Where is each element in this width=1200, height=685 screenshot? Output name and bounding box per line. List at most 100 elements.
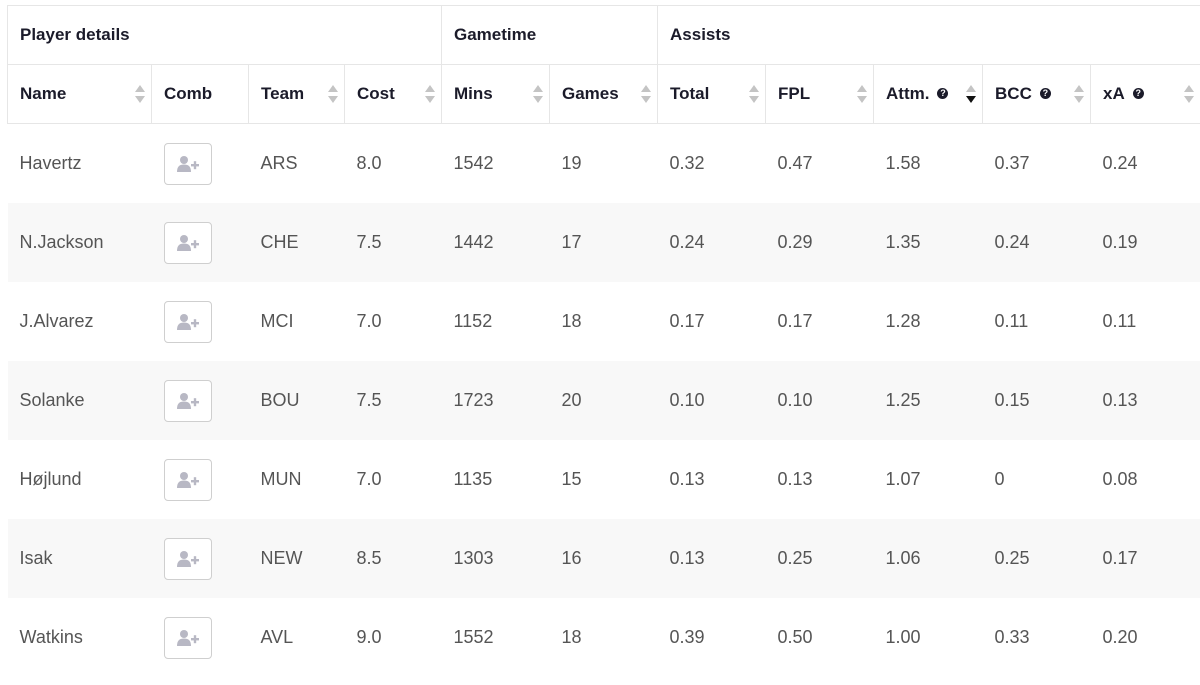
sort-ascending-arrow <box>857 85 868 92</box>
sort-descending-arrow <box>425 96 435 103</box>
cell-attm: 1.58 <box>885 153 921 173</box>
column-header-label: FPL <box>778 84 811 103</box>
help-icon[interactable]: ? <box>1039 88 1051 100</box>
cell-name[interactable]: Watkins <box>8 598 152 677</box>
add-to-comb-button[interactable] <box>163 300 212 343</box>
cell-attm: 1.35 <box>873 203 983 282</box>
add-to-comb-button[interactable] <box>163 458 212 501</box>
cell-name[interactable]: Solanke <box>7 361 152 440</box>
cell-mins: 1723 <box>441 361 550 440</box>
column-header-label: Games <box>562 84 619 103</box>
sort-icon[interactable] <box>1074 85 1085 103</box>
cell-attm: 1.06 <box>873 519 983 598</box>
sort-ascending-arrow <box>533 85 543 92</box>
cell-cost: 7.0 <box>356 311 382 331</box>
group-header-player-details: Player details <box>7 5 442 65</box>
cell-team: AVL <box>260 627 294 647</box>
cell-games: 15 <box>561 469 582 489</box>
cell-name[interactable]: Isak <box>7 519 152 598</box>
column-header-team[interactable]: Team <box>248 64 345 124</box>
cell-name[interactable]: Havertz <box>8 124 152 204</box>
cell-team: BOU <box>248 361 345 440</box>
column-header-games[interactable]: Games <box>548 64 659 124</box>
help-icon[interactable]: ? <box>937 88 949 100</box>
table-row: N.Jackson CHE 7.5 1442 17 0.24 0.29 1.35 0.24 0.1… <box>7 203 1200 282</box>
cell-total: 0.24 <box>657 203 766 282</box>
cell-total: 0.39 <box>669 627 705 647</box>
player-stats-table: Player details Gametime Assists Name Comb Te… <box>7 5 1200 677</box>
table-row: Isak NEW 8.5 1303 16 0.13 0.25 1.06 0.25 0.17 <box>7 519 1200 598</box>
cell-mins: 1442 <box>441 203 550 282</box>
sort-icon[interactable] <box>857 85 868 103</box>
cell-mins: 1135 <box>453 469 493 489</box>
sort-icon[interactable] <box>135 85 145 103</box>
column-header-name[interactable]: Name <box>7 64 152 124</box>
group-header-assists: Assists <box>657 5 1200 65</box>
cell-xa: 0.24 <box>1102 153 1138 173</box>
sort-ascending-arrow <box>425 85 435 92</box>
cell-attm: 1.07 <box>885 469 921 489</box>
cell-games: 17 <box>549 203 658 282</box>
cell-fpl: 0.13 <box>777 469 813 489</box>
column-header-cost[interactable]: Cost <box>344 64 442 124</box>
sort-descending-arrow <box>533 96 543 103</box>
cell-team: ARS <box>260 153 298 173</box>
cell-mins: 1552 <box>453 627 494 647</box>
cell-team: MCI <box>260 311 294 331</box>
cell-games: 16 <box>549 519 658 598</box>
cell-mins: 1542 <box>453 153 494 173</box>
sort-icon[interactable] <box>1184 85 1195 103</box>
user-plus-icon <box>176 234 199 251</box>
column-header-label: Cost <box>357 84 395 103</box>
column-header-label: Mins <box>454 84 493 103</box>
sort-descending-arrow <box>328 96 338 103</box>
cell-cost: 7.5 <box>344 361 442 440</box>
cell-fpl: 0.29 <box>765 203 874 282</box>
sort-ascending-arrow <box>135 85 145 92</box>
cell-cost: 7.0 <box>356 469 382 489</box>
add-to-comb-button[interactable] <box>163 142 212 185</box>
cell-name[interactable]: Højlund <box>8 440 152 519</box>
column-header-attm[interactable]: Attm.? <box>873 64 984 124</box>
sort-icon[interactable] <box>966 85 977 103</box>
add-to-comb-button[interactable] <box>163 537 212 580</box>
sort-descending-arrow <box>135 96 145 103</box>
sort-icon[interactable] <box>641 85 652 103</box>
column-header-total[interactable]: Total <box>657 64 767 124</box>
cell-cost: 8.5 <box>344 519 442 598</box>
add-to-comb-button[interactable] <box>163 221 212 264</box>
sort-descending-arrow <box>749 96 760 103</box>
cell-bcc: 0.15 <box>982 361 1091 440</box>
sort-icon[interactable] <box>749 85 760 103</box>
cell-comb <box>151 361 249 440</box>
cell-name[interactable]: J.Alvarez <box>8 282 152 361</box>
cell-team: NEW <box>248 519 345 598</box>
cell-fpl: 0.25 <box>765 519 874 598</box>
add-to-comb-button[interactable] <box>163 379 212 422</box>
column-header-fpl[interactable]: FPL <box>765 64 875 124</box>
column-header-xa[interactable]: xA? <box>1090 64 1200 124</box>
column-header-mins[interactable]: Mins <box>441 64 550 124</box>
cell-comb <box>152 440 249 519</box>
cell-fpl: 0.50 <box>777 627 813 647</box>
table-body: Havertz ARS 8.0 1542 19 0.32 0.47 1.58 0.37 0.24 N… <box>7 124 1200 678</box>
cell-fpl: 0.17 <box>777 311 813 331</box>
sort-icon[interactable] <box>328 85 338 103</box>
table-row: J.Alvarez MCI 7.0 1152 18 0.17 0.17 1.28 0.11 0.1… <box>8 282 1200 361</box>
cell-xa: 0.08 <box>1102 469 1138 489</box>
column-header-bcc[interactable]: BCC? <box>982 64 1092 124</box>
sort-icon[interactable] <box>425 85 435 103</box>
cell-fpl: 0.47 <box>777 153 813 173</box>
sort-descending-arrow <box>966 96 977 103</box>
help-icon[interactable]: ? <box>1132 88 1144 100</box>
cell-xa: 0.19 <box>1090 203 1200 282</box>
cell-mins: 1152 <box>453 311 493 331</box>
cell-name[interactable]: N.Jackson <box>7 203 152 282</box>
user-plus-icon <box>176 550 199 567</box>
sort-icon[interactable] <box>533 85 543 103</box>
add-to-comb-button[interactable] <box>163 616 212 659</box>
user-plus-icon <box>176 471 199 488</box>
cell-total: 0.13 <box>669 469 705 489</box>
cell-games: 20 <box>549 361 658 440</box>
sort-ascending-arrow <box>966 85 977 92</box>
